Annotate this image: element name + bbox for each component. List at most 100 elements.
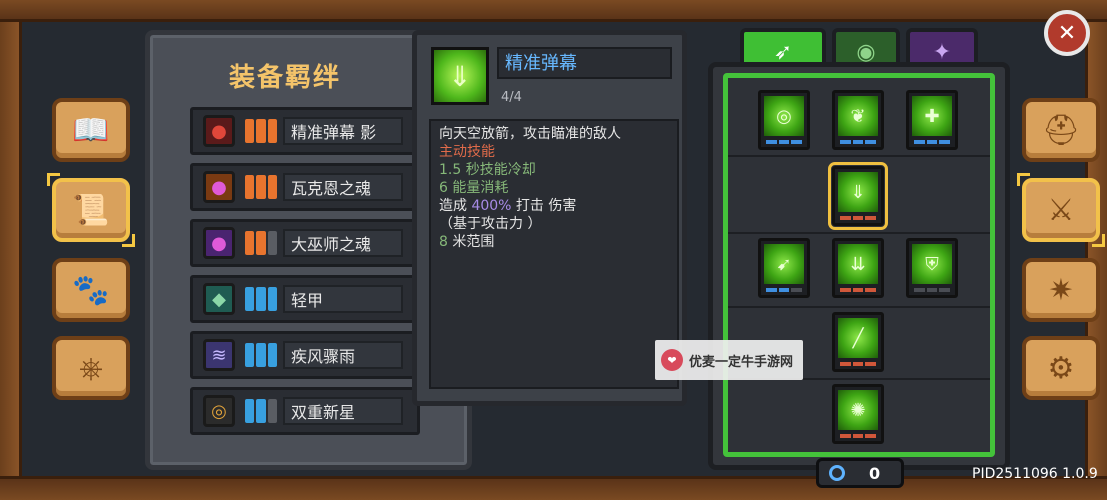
set-row[interactable]: ● 精准弹幕 影 (190, 107, 420, 155)
wood-frame-top (0, 0, 1107, 22)
tree-divider (728, 155, 990, 157)
precision-barrage-icon: ⇓ (431, 47, 489, 105)
damage-line: 造成 400% 打击 伤害 (439, 198, 577, 214)
leaf-icon: ❦ (838, 96, 878, 136)
skill-node-vortex[interactable]: ✺ (832, 384, 884, 444)
skill-points: 0 (816, 458, 904, 488)
set-name: 瓦克恩之魂 (283, 173, 403, 201)
skill-node-rain[interactable]: ⇊ (832, 238, 884, 298)
close-icon: ✕ (1057, 20, 1077, 46)
barrage-icon: ⇓ (838, 172, 878, 212)
node-level (840, 288, 877, 292)
set-progress (245, 175, 277, 199)
helmet-button[interactable]: ⛑ (1022, 98, 1100, 162)
set-progress (245, 343, 277, 367)
slash-icon: ╱ (838, 318, 878, 358)
purple-flame-icon: ● (203, 171, 235, 203)
node-level (766, 140, 803, 144)
pets-button[interactable]: 🐾 (52, 258, 130, 322)
rain-icon: ⇊ (838, 244, 878, 284)
cooldown-line: 1.5 秒技能冷却 (439, 162, 536, 178)
set-list: ● 精准弹幕 影 ● 瓦克恩之魂 ● 大巫师之魂 ◆ 轻甲 ≋ 疾风骤雨 ◎ 双… (190, 107, 420, 443)
watermark-text: 优麦一定牛手游网 (689, 354, 794, 370)
vehicle-button[interactable]: ⎈ (52, 336, 130, 400)
skill-type: 主动技能 (439, 144, 495, 160)
set-name: 轻甲 (283, 285, 403, 313)
vortex-icon: ✺ (838, 390, 878, 430)
paw-icon: 🐾 (72, 272, 110, 308)
skill-name: 精准弹幕 (497, 47, 672, 79)
node-level (840, 434, 877, 438)
wood-frame-left (0, 22, 22, 476)
version-text: PID2511096 1.0.9 (972, 466, 1098, 482)
purple-flame-icon: ● (203, 227, 235, 259)
set-name: 双重新星 (283, 397, 403, 425)
wood-frame-right (1085, 22, 1107, 476)
settings-button[interactable]: ⚙ (1022, 336, 1100, 400)
red-orb-icon: ● (203, 115, 235, 147)
set-name: 大巫师之魂 (283, 229, 403, 257)
scroll-icon: 📜 (72, 192, 110, 228)
skill-info-panel: ⇓ 精准弹幕 4/4 向天空放箭，攻击瞄准的敌人 主动技能 1.5 秒技能冷却 … (412, 30, 687, 406)
set-progress (245, 231, 277, 255)
range-line: 8 米范围 (439, 234, 495, 250)
gear-icon: ⚙ (1047, 350, 1075, 386)
skill-node-shield[interactable]: ⛨ (906, 238, 958, 298)
tree-divider (728, 232, 990, 234)
set-progress (245, 287, 277, 311)
armor-icon: ◆ (203, 283, 235, 315)
skill-node-arrow-burst[interactable]: ➹ (758, 238, 810, 298)
ring-icon: ◎ (764, 96, 804, 136)
shield-icon: ⛨ (912, 244, 952, 284)
set-progress (245, 119, 277, 143)
node-level (914, 288, 951, 292)
set-row[interactable]: ◎ 双重新星 (190, 387, 420, 435)
wood-frame-bottom (0, 476, 1107, 500)
leaf-swirl-icon: ◉ (856, 39, 876, 65)
watermark-logo-icon: ❤ (661, 349, 683, 371)
close-button[interactable]: ✕ (1044, 10, 1090, 56)
skill-node-precision-barrage[interactable]: ⇓ (828, 162, 888, 230)
node-level (914, 140, 951, 144)
whirlwind-icon: ≋ (203, 339, 235, 371)
set-progress (245, 399, 277, 423)
tree-divider (728, 306, 990, 308)
set-name: 疾风骤雨 (283, 341, 403, 369)
arrow-burst-icon: ➹ (764, 244, 804, 284)
skill-points-value: 0 (869, 463, 881, 483)
damage-note: （基于攻击力 ） (439, 216, 542, 232)
desc-line: 向天空放箭，攻击瞄准的敌人 (439, 126, 621, 142)
codex-button[interactable]: 📖 (52, 98, 130, 162)
bow-icon: ➶ (773, 39, 793, 65)
skill-node-heal[interactable]: ✚ (906, 90, 958, 150)
skill-tree-panel: ◎ ❦ ✚ ⇓ ➹ ⇊ ⛨ ╱ ✺ (708, 62, 1010, 470)
helmet-icon: ⛑ (1041, 112, 1081, 148)
skill-node-ring[interactable]: ◎ (758, 90, 810, 150)
node-level (840, 216, 877, 220)
steering-wheel-icon: ⎈ (79, 350, 103, 386)
skill-point-icon (829, 465, 845, 481)
skill-description: 向天空放箭，攻击瞄准的敌人 主动技能 1.5 秒技能冷却 6 能量消耗 造成 4… (429, 119, 679, 389)
skill-tree: ◎ ❦ ✚ ⇓ ➹ ⇊ ⛨ ╱ ✺ (723, 73, 995, 457)
node-level (766, 288, 803, 292)
nova-icon: ◎ (203, 395, 235, 427)
energy-line: 6 能量消耗 (439, 180, 509, 196)
set-row[interactable]: ● 瓦克恩之魂 (190, 163, 420, 211)
talent-button[interactable]: ✷ (1022, 258, 1100, 322)
set-row[interactable]: ● 大巫师之魂 (190, 219, 420, 267)
plus-icon: ✚ (912, 96, 952, 136)
node-level (840, 140, 877, 144)
skill-level: 4/4 (501, 90, 522, 105)
skill-node-slash[interactable]: ╱ (832, 312, 884, 372)
set-row[interactable]: ≋ 疾风骤雨 (190, 331, 420, 379)
swords-icon: ⚔ (1047, 192, 1075, 228)
node-level (840, 362, 877, 366)
equipment-set-button[interactable]: 📜 (47, 173, 135, 247)
rune-icon: ✦ (932, 39, 952, 65)
panel-title: 装备羁绊 (228, 63, 341, 93)
watermark: ❤ 优麦一定牛手游网 (655, 340, 803, 380)
set-row[interactable]: ◆ 轻甲 (190, 275, 420, 323)
skill-node-leaf[interactable]: ❦ (832, 90, 884, 150)
skills-button[interactable]: ⚔ (1017, 173, 1105, 247)
compass-star-icon: ✷ (1048, 272, 1074, 308)
